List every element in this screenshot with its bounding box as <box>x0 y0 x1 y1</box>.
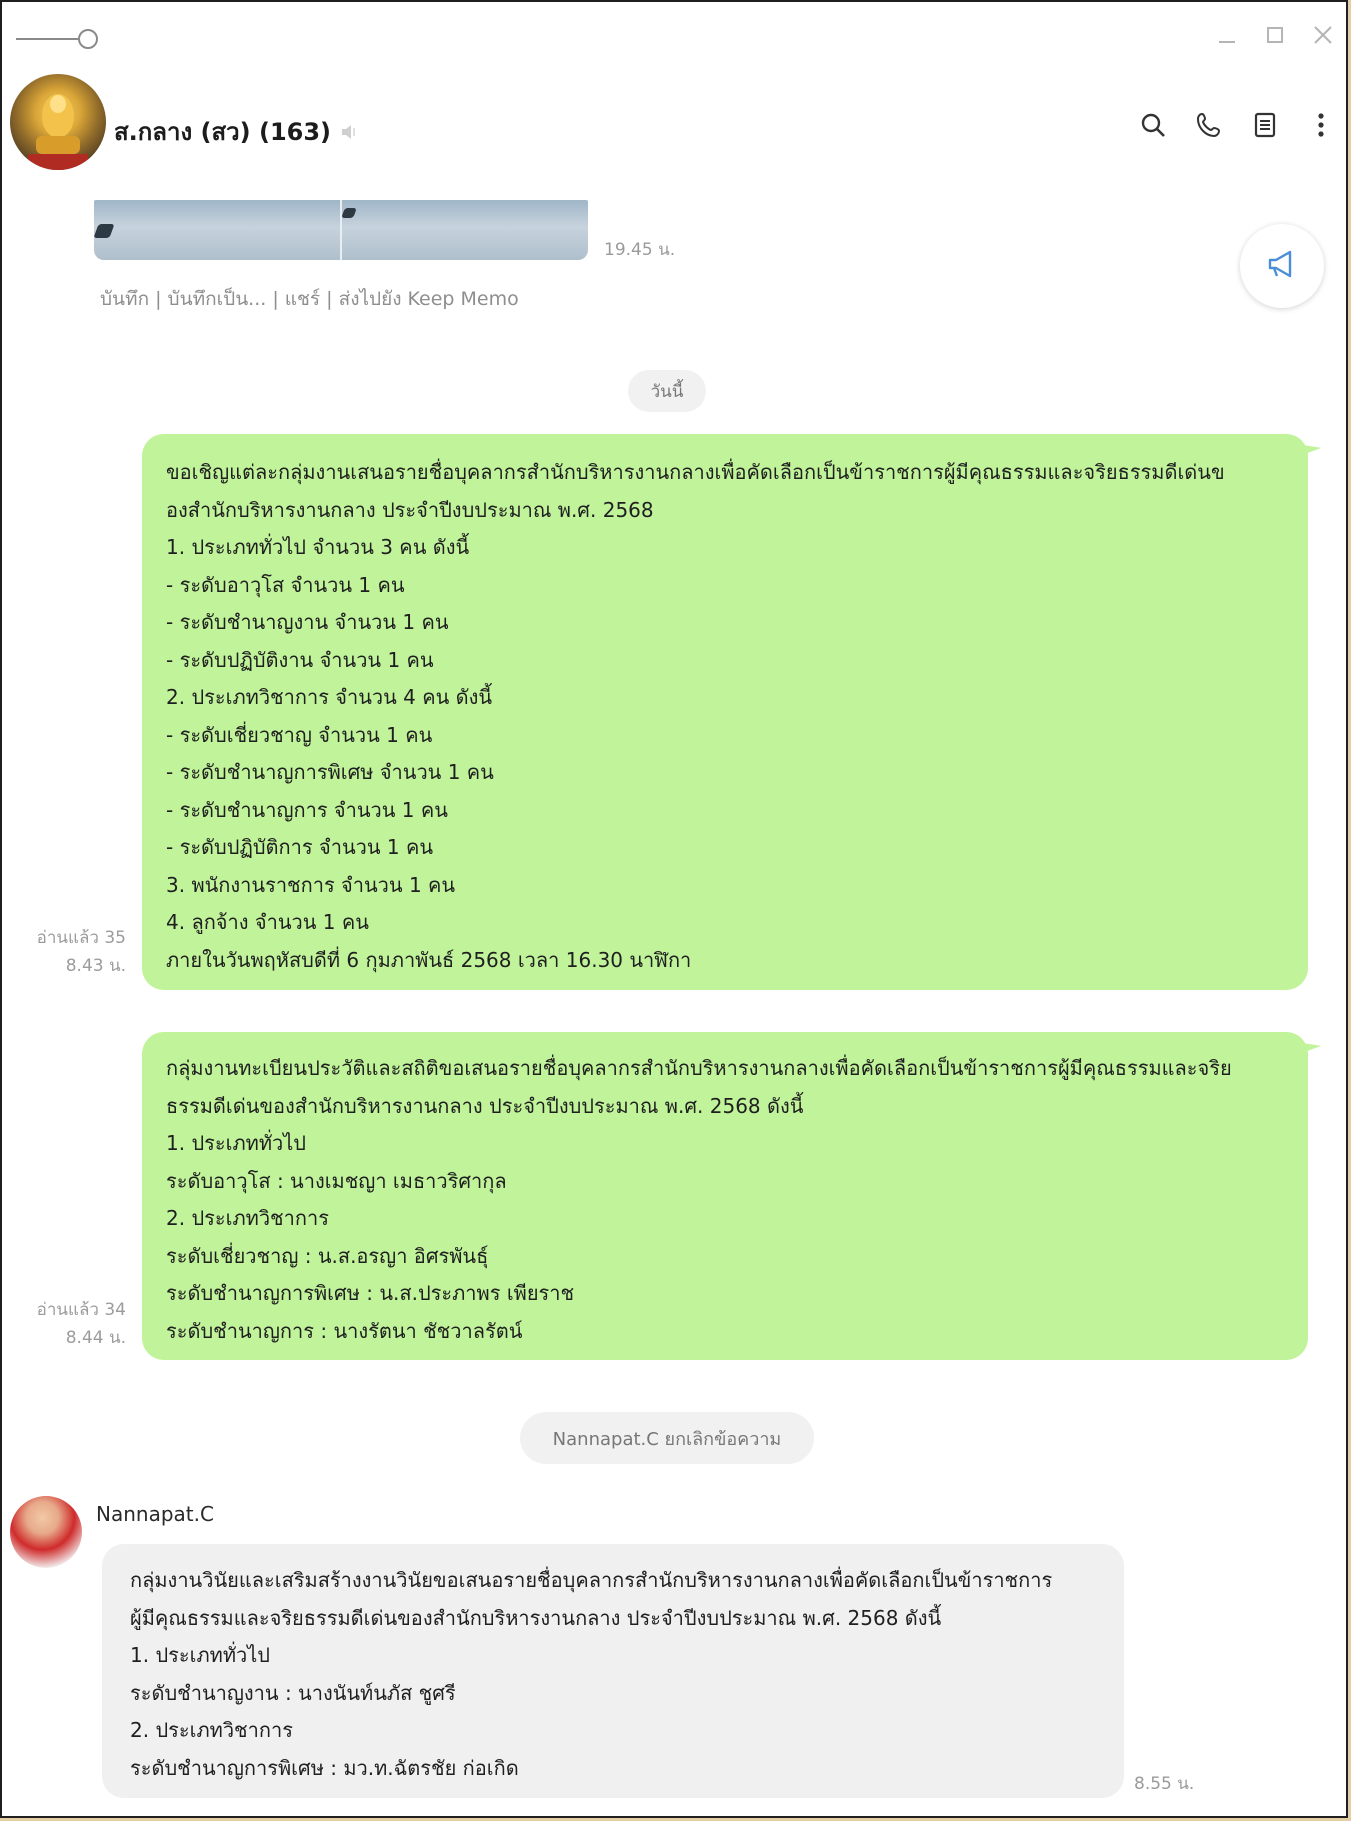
maximize-button[interactable] <box>1260 20 1290 50</box>
megaphone-icon <box>1264 246 1300 286</box>
message-line: - ระดับเชี่ยวชาญ จำนวน 1 คน <box>166 722 433 747</box>
message-line: องสำนักบริหารงานกลาง ประจำปีงบประมาณ พ.ศ… <box>166 497 654 522</box>
message-line: 1. ประเภททั่วไป <box>130 1643 270 1667</box>
message-line: - ระดับชำนาญงาน จำนวน 1 คน <box>166 610 449 634</box>
message-time: 8.43 น. <box>65 956 126 976</box>
image-detail <box>94 224 115 238</box>
message-meta: อ่านแล้ว 35 8.43 น. <box>26 924 126 980</box>
system-notice: Nannapat.C ยกเลิกข้อความ <box>520 1412 814 1464</box>
group-name: ส.กลาง (สว) (163) <box>114 112 361 151</box>
message-line: ระดับชำนาญงาน : นางนันท์นภัส ชูศรี <box>130 1680 456 1705</box>
pin-icon[interactable] <box>16 24 102 54</box>
more-icon[interactable] <box>1304 108 1338 142</box>
header-actions <box>1136 108 1338 142</box>
shared-image[interactable] <box>94 200 588 260</box>
muted-speaker-icon <box>339 121 361 143</box>
message-line: ขอเชิญแต่ละกลุ่มงานเสนอรายชื่อบุคลากรสำน… <box>166 460 1225 484</box>
title-bar <box>2 2 1346 64</box>
group-avatar[interactable] <box>10 74 106 170</box>
message-bubble[interactable]: ขอเชิญแต่ละกลุ่มงานเสนอรายชื่อบุคลากรสำน… <box>142 434 1308 990</box>
image-actions[interactable]: บันทึก | บันทึกเป็น... | แชร์ | ส่งไปยัง… <box>100 284 519 314</box>
announcement-button[interactable] <box>1240 224 1324 308</box>
incoming-message-bubble[interactable]: กลุ่มงานวินัยและเสริมสร้างงานวินัยขอเสนอ… <box>102 1544 1124 1798</box>
message-line: กลุ่มงานวินัยและเสริมสร้างงานวินัยขอเสนอ… <box>130 1568 1053 1592</box>
image-timestamp: 19.45 น. <box>604 240 676 260</box>
close-button[interactable] <box>1308 20 1338 50</box>
message-line: 4. ลูกจ้าง จำนวน 1 คน <box>166 910 369 934</box>
read-receipt: อ่านแล้ว 35 <box>36 928 126 948</box>
message-line: ภายในวันพฤหัสบดีที่ 6 กุมภาพันธ์ 2568 เว… <box>166 947 692 972</box>
chat-header: ส.กลาง (สว) (163) <box>2 64 1346 184</box>
message-line: 1. ประเภททั่วไป จำนวน 3 คน ดังนี้ <box>166 535 470 559</box>
message-line: - ระดับชำนาญการพิเศษ จำนวน 1 คน <box>166 760 494 784</box>
message-line: 2. ประเภทวิชาการ <box>166 1206 329 1230</box>
sender-name[interactable]: Nannapat.C <box>96 1502 214 1526</box>
message-line: 3. พนักงานราชการ จำนวน 1 คน <box>166 872 456 897</box>
message-line: ระดับชำนาญการพิเศษ : มว.ท.ฉัตรชัย ก่อเกิ… <box>130 1755 519 1780</box>
message-line: ระดับเชี่ยวชาญ : น.ส.อรญา อิศรพันธุ์ <box>166 1243 489 1268</box>
message-meta: อ่านแล้ว 34 8.44 น. <box>26 1296 126 1352</box>
message-line: ผู้มีคุณธรรมและจริยธรรมดีเด่นของสำนักบริ… <box>130 1605 942 1630</box>
message-time: 8.44 น. <box>65 1328 126 1348</box>
notes-icon[interactable] <box>1248 108 1282 142</box>
image-divider <box>340 200 342 260</box>
search-icon[interactable] <box>1136 108 1170 142</box>
sender-avatar[interactable] <box>10 1496 82 1568</box>
message-line: ระดับชำนาญการพิเศษ : น.ส.ประภาพร เพียราช <box>166 1281 575 1305</box>
message-line: กลุ่มงานทะเบียนประวัติและสถิติขอเสนอรายช… <box>166 1056 1232 1080</box>
image-detail <box>341 208 357 218</box>
message-line: ธรรมดีเด่นของสำนักบริหารงานกลาง ประจำปีง… <box>166 1093 804 1118</box>
message-line: 2. ประเภทวิชาการ จำนวน 4 คน ดังนี้ <box>166 685 493 709</box>
date-separator: วันนี้ <box>628 370 706 412</box>
message-line: - ระดับอาวุโส จำนวน 1 คน <box>166 572 405 597</box>
message-line: ระดับชำนาญการ : นางรัตนา ชัชวาลรัตน์ <box>166 1318 523 1343</box>
window-controls <box>1212 20 1338 50</box>
message-bubble[interactable]: กลุ่มงานทะเบียนประวัติและสถิติขอเสนอรายช… <box>142 1032 1308 1360</box>
group-name-text: ส.กลาง (สว) (163) <box>114 118 332 146</box>
message-line: - ระดับชำนาญการ จำนวน 1 คน <box>166 797 448 822</box>
message-line: 1. ประเภททั่วไป <box>166 1131 306 1155</box>
message-time: 8.55 น. <box>1134 1774 1195 1794</box>
minimize-button[interactable] <box>1212 20 1242 50</box>
chat-window: ส.กลาง (สว) (163) 19.45 น. บันทึก | บันท… <box>0 0 1348 1818</box>
message-line: - ระดับปฏิบัติการ จำนวน 1 คน <box>166 835 434 859</box>
message-line: - ระดับปฏิบัติงาน จำนวน 1 คน <box>166 647 434 672</box>
read-receipt: อ่านแล้ว 34 <box>36 1300 126 1320</box>
phone-icon[interactable] <box>1192 108 1226 142</box>
message-line: 2. ประเภทวิชาการ <box>130 1718 293 1742</box>
message-line: ระดับอาวุโส : นางเมชญา เมธาวริศากุล <box>166 1168 507 1193</box>
